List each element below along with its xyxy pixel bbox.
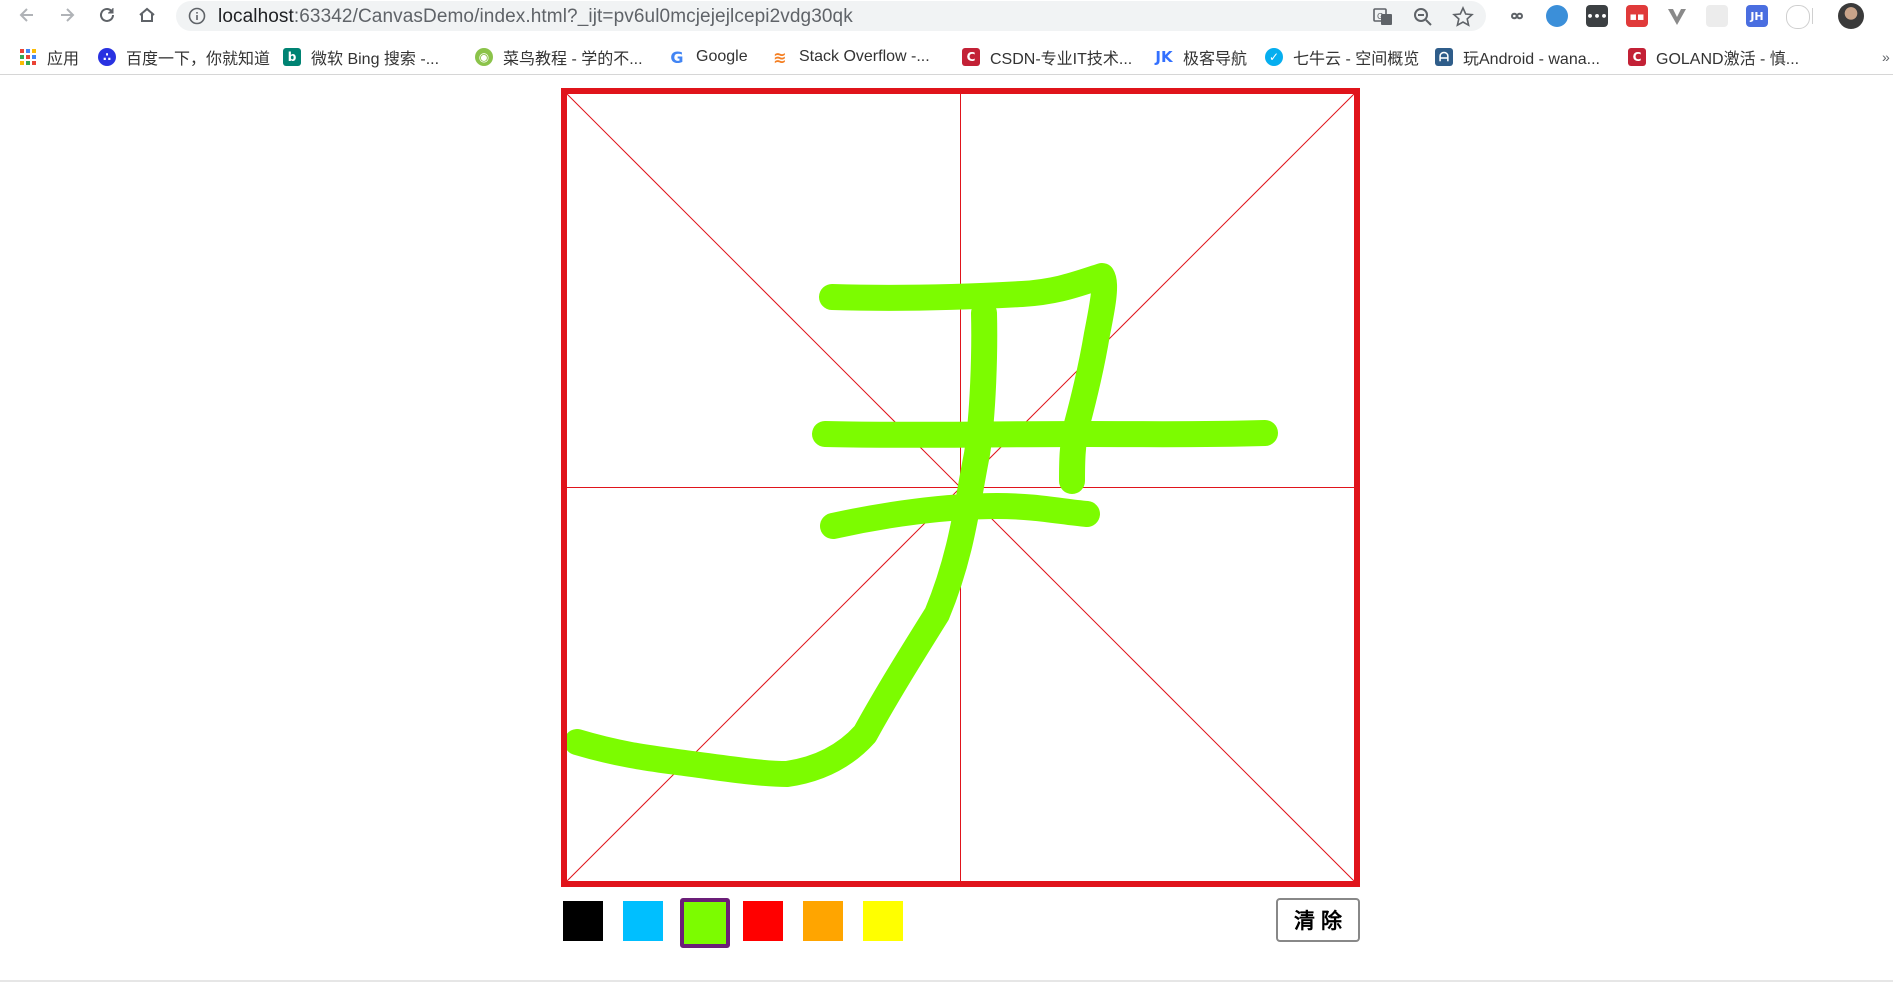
wappalyzer-extension-icon[interactable] — [1546, 5, 1568, 27]
translate-icon[interactable]: G — [1372, 6, 1394, 28]
address-bar[interactable]: localhost:63342/CanvasDemo/index.html?_i… — [176, 1, 1486, 31]
svg-text:G: G — [1377, 12, 1383, 21]
clear-button[interactable]: 清除 — [1276, 898, 1360, 942]
home-button[interactable] — [133, 2, 161, 28]
bookmark-runoob[interactable]: ◉ 菜鸟教程 - 学的不... — [475, 45, 643, 69]
drawing-canvas[interactable] — [561, 88, 1360, 887]
url-host: localhost — [218, 6, 294, 27]
bookmark-label: 菜鸟教程 - 学的不... — [503, 51, 643, 68]
bookmark-baidu[interactable]: ∴ 百度一下，你就知道 — [98, 45, 270, 69]
bookmark-star-icon[interactable] — [1452, 6, 1474, 28]
swatch-yellow[interactable] — [863, 901, 903, 941]
bookmark-label: GOLAND激活 - 慎... — [1656, 51, 1800, 68]
jh-extension-icon[interactable]: JH — [1746, 5, 1768, 27]
reload-button[interactable] — [93, 2, 121, 28]
swatch-blue[interactable] — [623, 901, 663, 941]
infinity-extension-icon[interactable] — [1506, 5, 1528, 27]
profile-avatar[interactable] — [1838, 3, 1864, 29]
bookmark-google[interactable]: G Google — [668, 45, 748, 69]
bookmark-bing[interactable]: b 微软 Bing 搜索 -... — [283, 45, 439, 69]
brush-stroke-vertical-sweep — [567, 300, 998, 787]
browser-toolbar: localhost:63342/CanvasDemo/index.html?_i… — [0, 0, 1893, 31]
bookmark-label: Google — [696, 48, 748, 65]
home-icon — [139, 7, 155, 22]
bookmark-label: 应用 — [47, 51, 80, 68]
arrow-left-icon — [19, 8, 33, 22]
bookmark-qiniu[interactable]: ✓ 七牛云 - 空间概览 — [1265, 45, 1419, 69]
bing-icon: b — [283, 48, 301, 66]
canvas-surface[interactable] — [567, 94, 1354, 881]
csdn-icon: C — [1628, 48, 1646, 66]
bookmark-label: 七牛云 - 空间概览 — [1293, 51, 1420, 68]
swatch-orange[interactable] — [803, 901, 843, 941]
bookmarks-bar: 应用 ∴ 百度一下，你就知道 b 微软 Bing 搜索 -... ◉ 菜鸟教程 … — [0, 40, 1893, 75]
arrow-right-icon — [61, 8, 75, 22]
csdn-icon: C — [962, 48, 980, 66]
bookmark-jike[interactable]: JK 极客导航 — [1155, 45, 1247, 69]
brush-stroke-middle-horizontal — [812, 420, 1278, 448]
bookmark-wanandroid[interactable]: ᗩ 玩Android - wana... — [1435, 45, 1600, 69]
bookmark-label: CSDN-专业IT技术... — [990, 51, 1133, 68]
bookmark-stackoverflow[interactable]: ≋ Stack Overflow -... — [771, 45, 930, 69]
bookmark-label: Stack Overflow -... — [799, 48, 930, 65]
bookmark-label: 玩Android - wana... — [1463, 51, 1600, 68]
circle-extension-icon[interactable] — [1786, 5, 1810, 29]
baidu-paw-icon: ∴ — [98, 48, 116, 66]
google-icon: G — [670, 47, 684, 67]
handwritten-strokes — [567, 263, 1278, 787]
back-button[interactable] — [13, 2, 41, 28]
stackoverflow-icon: ≋ — [773, 47, 787, 67]
url-text[interactable]: localhost:63342/CanvasDemo/index.html?_i… — [218, 6, 853, 28]
qiniu-icon: ✓ — [1265, 48, 1283, 66]
blank-extension-icon[interactable] — [1706, 5, 1728, 27]
android-icon: ᗩ — [1435, 48, 1453, 66]
swatch-black[interactable] — [563, 901, 603, 941]
forward-button[interactable] — [53, 2, 81, 28]
runoob-icon: ◉ — [475, 48, 493, 66]
bookmark-label: 微软 Bing 搜索 -... — [311, 51, 440, 68]
info-icon[interactable] — [188, 7, 206, 25]
toolbar-separator — [1812, 8, 1813, 24]
jike-icon: JK — [1155, 48, 1173, 66]
more-dots-extension-icon[interactable]: ••• — [1586, 5, 1608, 27]
swatch-green[interactable] — [680, 898, 730, 948]
bookmark-apps[interactable]: 应用 — [19, 45, 79, 69]
bookmark-label: 极客导航 — [1183, 51, 1248, 68]
bookmark-label: 百度一下，你就知道 — [126, 51, 271, 68]
url-path: :63342/CanvasDemo/index.html?_ijt=pv6ul0… — [293, 6, 853, 27]
swatch-red[interactable] — [743, 901, 783, 941]
reload-icon — [100, 7, 114, 22]
bookmark-csdn[interactable]: C CSDN-专业IT技术... — [962, 45, 1132, 69]
vue-extension-icon[interactable] — [1666, 5, 1688, 27]
apps-grid-icon — [20, 49, 36, 65]
bookmark-goland[interactable]: C GOLAND激活 - 慎... — [1628, 45, 1799, 69]
zoom-icon[interactable] — [1412, 6, 1434, 28]
bookmarks-overflow-chevron-icon[interactable]: » — [1882, 45, 1890, 69]
red-extension-icon[interactable]: ▪▪ — [1626, 5, 1648, 27]
